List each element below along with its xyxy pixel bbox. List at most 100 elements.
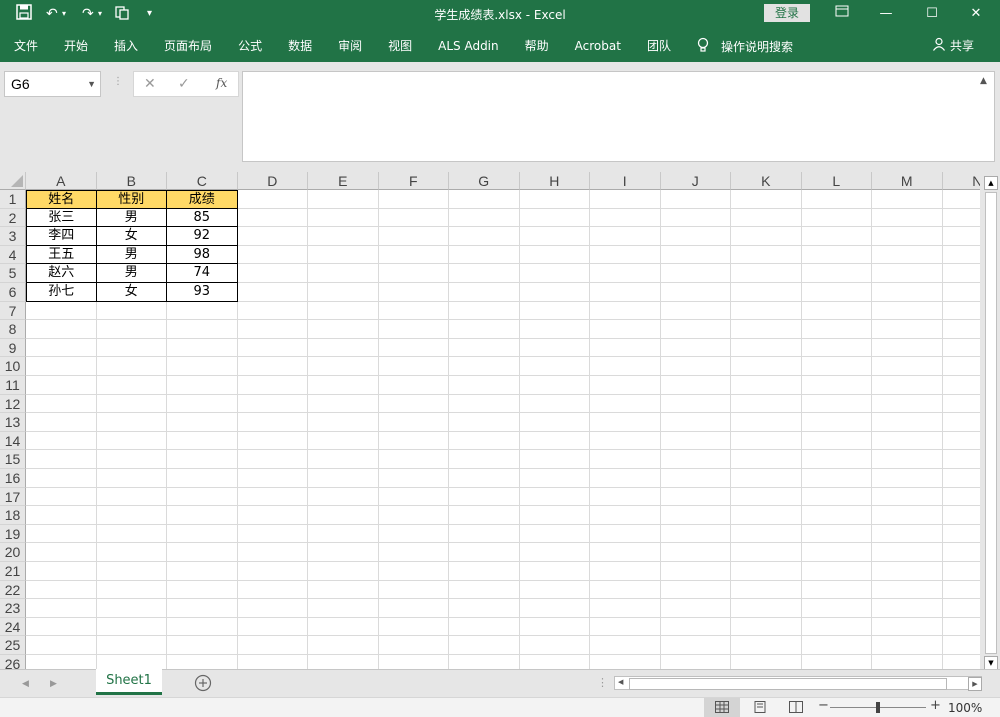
new-sheet-icon[interactable] xyxy=(194,674,212,695)
table-cell[interactable]: 赵六 xyxy=(26,264,97,283)
tab-team[interactable]: 团队 xyxy=(647,37,671,54)
next-sheet-icon[interactable]: ▶ xyxy=(50,679,57,689)
tab-page-layout[interactable]: 页面布局 xyxy=(164,37,212,54)
row-header[interactable]: 2 xyxy=(0,208,26,228)
zoom-level[interactable]: 100% xyxy=(948,701,982,715)
row-header[interactable]: 3 xyxy=(0,227,26,246)
table-header-cell[interactable]: 姓名 xyxy=(26,190,97,209)
table-cell[interactable]: 98 xyxy=(167,245,238,265)
row-header[interactable]: 21 xyxy=(0,562,26,581)
table-cell[interactable]: 女 xyxy=(96,227,167,246)
scroll-down-icon[interactable]: ▼ xyxy=(984,656,998,670)
page-layout-view-icon[interactable] xyxy=(753,701,767,716)
row-header[interactable]: 18 xyxy=(0,506,26,525)
tab-review[interactable]: 审阅 xyxy=(338,37,362,54)
table-header-cell[interactable]: 成绩 xyxy=(167,190,238,209)
table-header-cell[interactable]: 性别 xyxy=(96,190,167,209)
horizontal-scrollbar[interactable]: ◀ xyxy=(614,676,982,690)
column-header[interactable]: C xyxy=(167,172,238,190)
row-header[interactable]: 11 xyxy=(0,376,26,395)
column-header[interactable]: N xyxy=(942,172,980,190)
row-header[interactable]: 16 xyxy=(0,469,26,488)
column-header[interactable]: E xyxy=(308,172,379,190)
row-header[interactable]: 7 xyxy=(0,301,26,321)
tab-insert[interactable]: 插入 xyxy=(114,37,138,54)
table-cell[interactable]: 男 xyxy=(96,264,167,283)
row-header[interactable]: 9 xyxy=(0,338,26,358)
table-cell[interactable]: 王五 xyxy=(26,245,97,265)
table-cell[interactable]: 93 xyxy=(167,283,238,302)
horizontal-scroll-thumb[interactable] xyxy=(629,678,947,690)
row-header[interactable]: 14 xyxy=(0,431,26,451)
row-header[interactable]: 5 xyxy=(0,264,26,283)
table-cell[interactable]: 男 xyxy=(96,208,167,228)
vertical-scroll-thumb[interactable] xyxy=(985,192,997,654)
vertical-scrollbar[interactable]: ▲ ▼ xyxy=(980,172,1000,670)
name-box[interactable]: G6 ▼ xyxy=(4,71,101,97)
enter-icon[interactable]: ✓ xyxy=(178,76,190,92)
formula-bar-grip-icon[interactable]: ⋮ xyxy=(113,76,123,87)
row-header[interactable]: 6 xyxy=(0,283,26,302)
ribbon-display-icon[interactable] xyxy=(832,4,852,24)
select-all-corner[interactable] xyxy=(0,172,26,190)
row-header[interactable]: 17 xyxy=(0,487,26,507)
tab-split-grip-icon[interactable]: ⋮ xyxy=(597,676,608,689)
tab-als-addin[interactable]: ALS Addin xyxy=(438,39,499,53)
row-header[interactable]: 26 xyxy=(0,655,26,669)
scroll-left-icon[interactable]: ◀ xyxy=(618,678,623,686)
column-header[interactable]: M xyxy=(872,172,943,190)
row-header[interactable]: 22 xyxy=(0,580,26,600)
column-header[interactable]: F xyxy=(378,172,449,190)
column-header[interactable]: D xyxy=(237,172,308,190)
tab-data[interactable]: 数据 xyxy=(288,37,312,54)
row-header[interactable]: 10 xyxy=(0,357,26,376)
minimize-icon[interactable]: — xyxy=(876,4,896,24)
row-header[interactable]: 13 xyxy=(0,413,26,432)
scroll-up-icon[interactable]: ▲ xyxy=(984,176,998,190)
login-button[interactable]: 登录 xyxy=(764,4,810,22)
table-cell[interactable]: 92 xyxy=(167,227,238,246)
table-cell[interactable]: 孙七 xyxy=(26,283,97,302)
tab-help[interactable]: 帮助 xyxy=(525,37,549,54)
column-header[interactable]: A xyxy=(26,172,97,190)
sheet-tab-sheet1[interactable]: Sheet1 xyxy=(96,669,162,695)
column-header[interactable]: J xyxy=(660,172,731,190)
previous-sheet-icon[interactable]: ◀ xyxy=(22,679,29,689)
scroll-right-icon[interactable]: ▶ xyxy=(968,677,982,691)
table-cell[interactable]: 张三 xyxy=(26,208,97,228)
table-cell[interactable]: 女 xyxy=(96,283,167,302)
column-header[interactable]: K xyxy=(731,172,802,190)
column-header[interactable]: L xyxy=(801,172,872,190)
row-header[interactable]: 8 xyxy=(0,320,26,339)
tab-acrobat[interactable]: Acrobat xyxy=(575,39,621,53)
tab-home[interactable]: 开始 xyxy=(64,37,88,54)
tab-view[interactable]: 视图 xyxy=(388,37,412,54)
zoom-in-icon[interactable]: + xyxy=(930,698,941,713)
insert-function-icon[interactable]: fx xyxy=(216,76,227,90)
row-header[interactable]: 25 xyxy=(0,636,26,655)
row-header[interactable]: 23 xyxy=(0,599,26,618)
collapse-formula-bar-icon[interactable]: ▲ xyxy=(980,76,987,86)
row-header[interactable]: 24 xyxy=(0,617,26,637)
tell-me-search[interactable]: 操作说明搜索 xyxy=(697,37,793,56)
column-header[interactable]: G xyxy=(449,172,520,190)
normal-view-icon[interactable] xyxy=(704,698,740,717)
column-header[interactable]: H xyxy=(519,172,590,190)
zoom-out-icon[interactable]: − xyxy=(818,698,829,713)
page-break-view-icon[interactable] xyxy=(789,701,803,716)
table-cell[interactable]: 85 xyxy=(167,208,238,228)
close-icon[interactable]: ✕ xyxy=(966,4,986,24)
name-box-dropdown-icon[interactable]: ▼ xyxy=(87,72,96,96)
maximize-icon[interactable]: ☐ xyxy=(922,4,942,24)
formula-input[interactable] xyxy=(242,71,995,162)
table-cell[interactable]: 李四 xyxy=(26,227,97,246)
row-header[interactable]: 4 xyxy=(0,245,26,265)
row-header[interactable]: 15 xyxy=(0,450,26,469)
zoom-slider-handle[interactable] xyxy=(876,702,880,713)
worksheet-grid[interactable]: ABCDEFGHIJKLMN 1 2 3 4 5 6 7 8 9 10 11 12 13 14 15 16 17… xyxy=(0,172,980,669)
tab-formulas[interactable]: 公式 xyxy=(238,37,262,54)
column-header[interactable]: I xyxy=(590,172,661,190)
cancel-icon[interactable]: ✕ xyxy=(144,76,156,92)
row-header[interactable]: 19 xyxy=(0,524,26,544)
share-button[interactable]: 共享 xyxy=(932,37,974,54)
